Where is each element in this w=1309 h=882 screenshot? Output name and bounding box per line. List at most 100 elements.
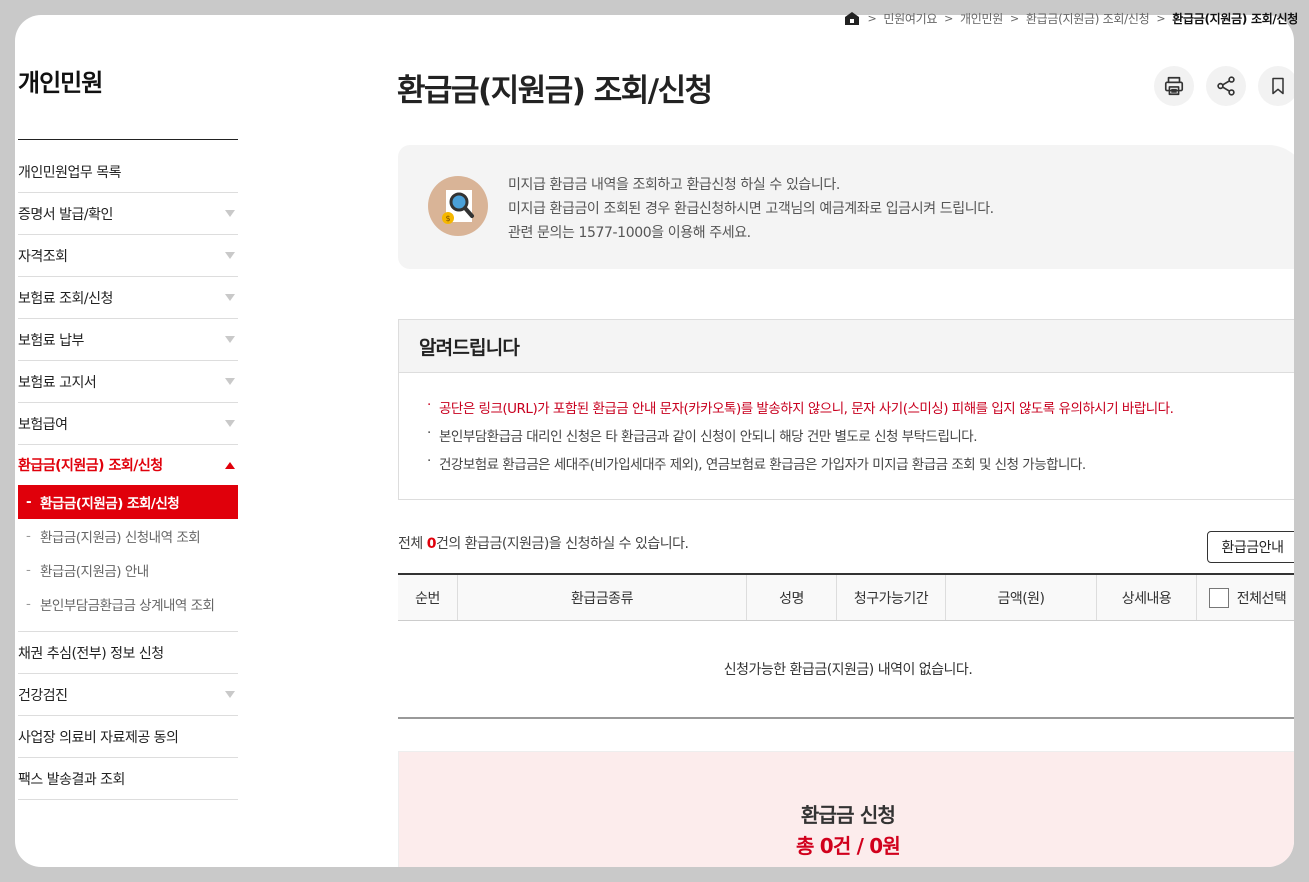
submenu-item-label: 본인부담금환급금 상계내역 조회 [40, 598, 215, 614]
home-icon[interactable] [844, 11, 860, 26]
notice-title: 알려드립니다 [399, 320, 1294, 373]
chevron-right-icon: > [1156, 11, 1166, 25]
sidebar-list: 개인민원업무 목록 증명서 발급/확인 자격조회 보험료 조회/신청 보험료 납… [18, 151, 238, 800]
breadcrumb-item[interactable]: 민원여기요 [883, 10, 937, 27]
sidebar-item-label: 보험료 고지서 [18, 374, 97, 391]
notice-line-text: 공단은 링크(URL)가 포함된 환급금 안내 문자(카카오톡)를 발송하지 않… [439, 401, 1174, 417]
svg-text:$: $ [445, 214, 450, 223]
apply-title: 환급금 신청 [800, 803, 896, 827]
submenu-item-refund-guide[interactable]: - 환급금(지원금) 안내 [18, 553, 238, 587]
print-button[interactable] [1154, 66, 1194, 106]
result-count: 전체 0건의 환급금(지원금)을 신청하실 수 있습니다. [398, 533, 689, 553]
sidebar-item-health-checkup[interactable]: 건강검진 [18, 674, 238, 716]
intro-text: 미지급 환급금 내역을 조회하고 환급신청 하실 수 있습니다. 미지급 환급금… [508, 173, 994, 245]
intro-line: 미지급 환급금 내역을 조회하고 환급신청 하실 수 있습니다. [508, 177, 840, 193]
breadcrumb-item[interactable]: 환급금(지원금) 조회/신청 [1026, 10, 1150, 27]
col-name: 성명 [747, 575, 837, 620]
sidebar-item-fax-result[interactable]: 팩스 발송결과 조회 [18, 758, 238, 800]
empty-message: 신청가능한 환급금(지원금) 내역이 없습니다. [398, 621, 1294, 719]
notice-line: · 공단은 링크(URL)가 포함된 환급금 안내 문자(카카오톡)를 발송하지 … [427, 397, 1294, 425]
sidebar-item-debt-collection[interactable]: 채권 추심(전부) 정보 신청 [18, 632, 238, 674]
bullet-icon: · [427, 397, 431, 413]
notice-line-text: 건강보험료 환급금은 세대주(비가입세대주 제외), 연금보험료 환급금은 가입… [439, 457, 1086, 473]
sidebar-item-premium-inquiry[interactable]: 보험료 조회/신청 [18, 277, 238, 319]
share-button[interactable] [1206, 66, 1246, 106]
sidebar-item-label: 사업장 의료비 자료제공 동의 [18, 729, 179, 746]
apply-summary: 환급금 신청 총 0건 / 0원 [398, 751, 1294, 867]
triangle-down-icon [225, 691, 235, 698]
sidebar-item-premium-notice[interactable]: 보험료 고지서 [18, 361, 238, 403]
divider [18, 139, 238, 140]
chevron-right-icon: > [1010, 11, 1019, 25]
select-all-label: 전체선택 [1236, 590, 1287, 607]
sidebar-item-premium-payment[interactable]: 보험료 납부 [18, 319, 238, 361]
sidebar-item-label: 채권 추심(전부) 정보 신청 [18, 645, 164, 662]
triangle-down-icon [225, 210, 235, 217]
triangle-down-icon [225, 336, 235, 343]
submenu-item-label: 환급금(지원금) 신청내역 조회 [40, 530, 201, 546]
apply-total: 총 0건 / 0원 [795, 834, 901, 858]
bullet-icon: · [427, 453, 431, 469]
col-period: 청구가능기간 [837, 575, 946, 620]
notice-line: · 본인부담환급금 대리인 신청은 타 환급금과 같이 신청이 안되니 해당 건만… [427, 425, 1294, 453]
refund-guide-button[interactable]: 환급금안내 [1207, 531, 1294, 563]
notice-line: · 건강보험료 환급금은 세대주(비가입세대주 제외), 연금보험료 환급금은 가… [427, 453, 1294, 481]
sidebar-item-label: 보험급여 [18, 416, 68, 433]
chevron-right-icon: > [867, 11, 877, 25]
print-icon [1164, 76, 1184, 96]
sidebar-submenu: - 환급금(지원금) 조회/신청 - 환급금(지원금) 신청내역 조회 - 환급금(지… [18, 485, 238, 632]
select-all-checkbox[interactable] [1208, 587, 1229, 608]
col-select-all: 전체선택 [1197, 575, 1294, 620]
bullet-icon: · [427, 425, 431, 441]
bookmark-button[interactable] [1258, 66, 1294, 106]
page-title: 환급금(지원금) 조회/신청 [397, 73, 713, 109]
triangle-down-icon [225, 252, 235, 259]
col-amount: 금액(원) [946, 575, 1097, 620]
page-frame: 개인민원 개인민원업무 목록 증명서 발급/확인 자격조회 보험료 조회/신청 … [15, 15, 1294, 867]
bookmark-icon [1272, 77, 1284, 95]
chevron-right-icon: > [944, 11, 954, 25]
dash-icon: - [26, 494, 32, 510]
dash-icon: - [26, 528, 31, 544]
sidebar-item-medical-consent[interactable]: 사업장 의료비 자료제공 동의 [18, 716, 238, 758]
dash-icon: - [26, 562, 31, 578]
submenu-item-offset-history[interactable]: - 본인부담금환급금 상계내역 조회 [18, 587, 238, 621]
refund-table: 순번 환급금종류 성명 청구가능기간 금액(원) 상세내용 전체선택 신청가능한… [398, 573, 1294, 719]
sidebar-title: 개인민원 [18, 69, 103, 97]
triangle-down-icon [225, 294, 235, 301]
count-suffix: 건의 환급금(지원금)을 신청하실 수 있습니다. [435, 536, 689, 552]
sidebar-item-label: 자격조회 [18, 248, 68, 265]
table-header: 순번 환급금종류 성명 청구가능기간 금액(원) 상세내용 전체선택 [398, 573, 1294, 621]
sidebar-item-label: 팩스 발송결과 조회 [18, 771, 125, 788]
share-icon [1217, 76, 1235, 96]
search-document-icon: $ [428, 176, 488, 236]
notice-box: 알려드립니다 · 공단은 링크(URL)가 포함된 환급금 안내 문자(카카오톡)… [398, 319, 1294, 500]
submenu-item-label: 환급금(지원금) 조회/신청 [40, 496, 180, 512]
sidebar-item-label: 건강검진 [18, 687, 68, 704]
submenu-item-refund-inquiry[interactable]: - 환급금(지원금) 조회/신청 [18, 485, 238, 519]
sidebar-item-qualification[interactable]: 자격조회 [18, 235, 238, 277]
sidebar-item-certificate[interactable]: 증명서 발급/확인 [18, 193, 238, 235]
sidebar-item-label: 증명서 발급/확인 [18, 206, 113, 223]
breadcrumb-current: 환급금(지원금) 조회/신청 [1172, 11, 1298, 26]
count-number: 0 [426, 536, 437, 552]
intro-line: 관련 문의는 1577-1000을 이용해 주세요. [508, 225, 751, 241]
sidebar-item-benefits[interactable]: 보험급여 [18, 403, 238, 445]
breadcrumb-item[interactable]: 개인민원 [960, 10, 1003, 27]
triangle-down-icon [225, 420, 235, 427]
intro-line: 미지급 환급금이 조회된 경우 환급신청하시면 고객님의 예금계좌로 입금시켜 … [508, 201, 994, 217]
triangle-up-icon [225, 461, 235, 469]
notice-line-text: 본인부담환급금 대리인 신청은 타 환급금과 같이 신청이 안되니 해당 건만 … [439, 429, 978, 445]
sidebar-item-refund[interactable]: 환급금(지원금) 조회/신청 [18, 445, 238, 485]
col-number: 순번 [398, 575, 458, 620]
dash-icon: - [26, 596, 31, 612]
count-prefix: 전체 [398, 536, 427, 552]
sidebar-item-label: 환급금(지원금) 조회/신청 [18, 458, 163, 474]
submenu-item-label: 환급금(지원금) 안내 [40, 564, 149, 580]
col-detail: 상세내용 [1097, 575, 1197, 620]
breadcrumb: > 민원여기요 > 개인민원 > 환급금(지원금) 조회/신청 > 환급금(지원… [844, 9, 1298, 27]
sidebar-item-label: 보험료 납부 [18, 332, 84, 349]
sidebar-item-list[interactable]: 개인민원업무 목록 [18, 151, 238, 193]
intro-box: $ 미지급 환급금 내역을 조회하고 환급신청 하실 수 있습니다. 미지급 환… [398, 145, 1294, 269]
submenu-item-refund-history[interactable]: - 환급금(지원금) 신청내역 조회 [18, 519, 238, 553]
